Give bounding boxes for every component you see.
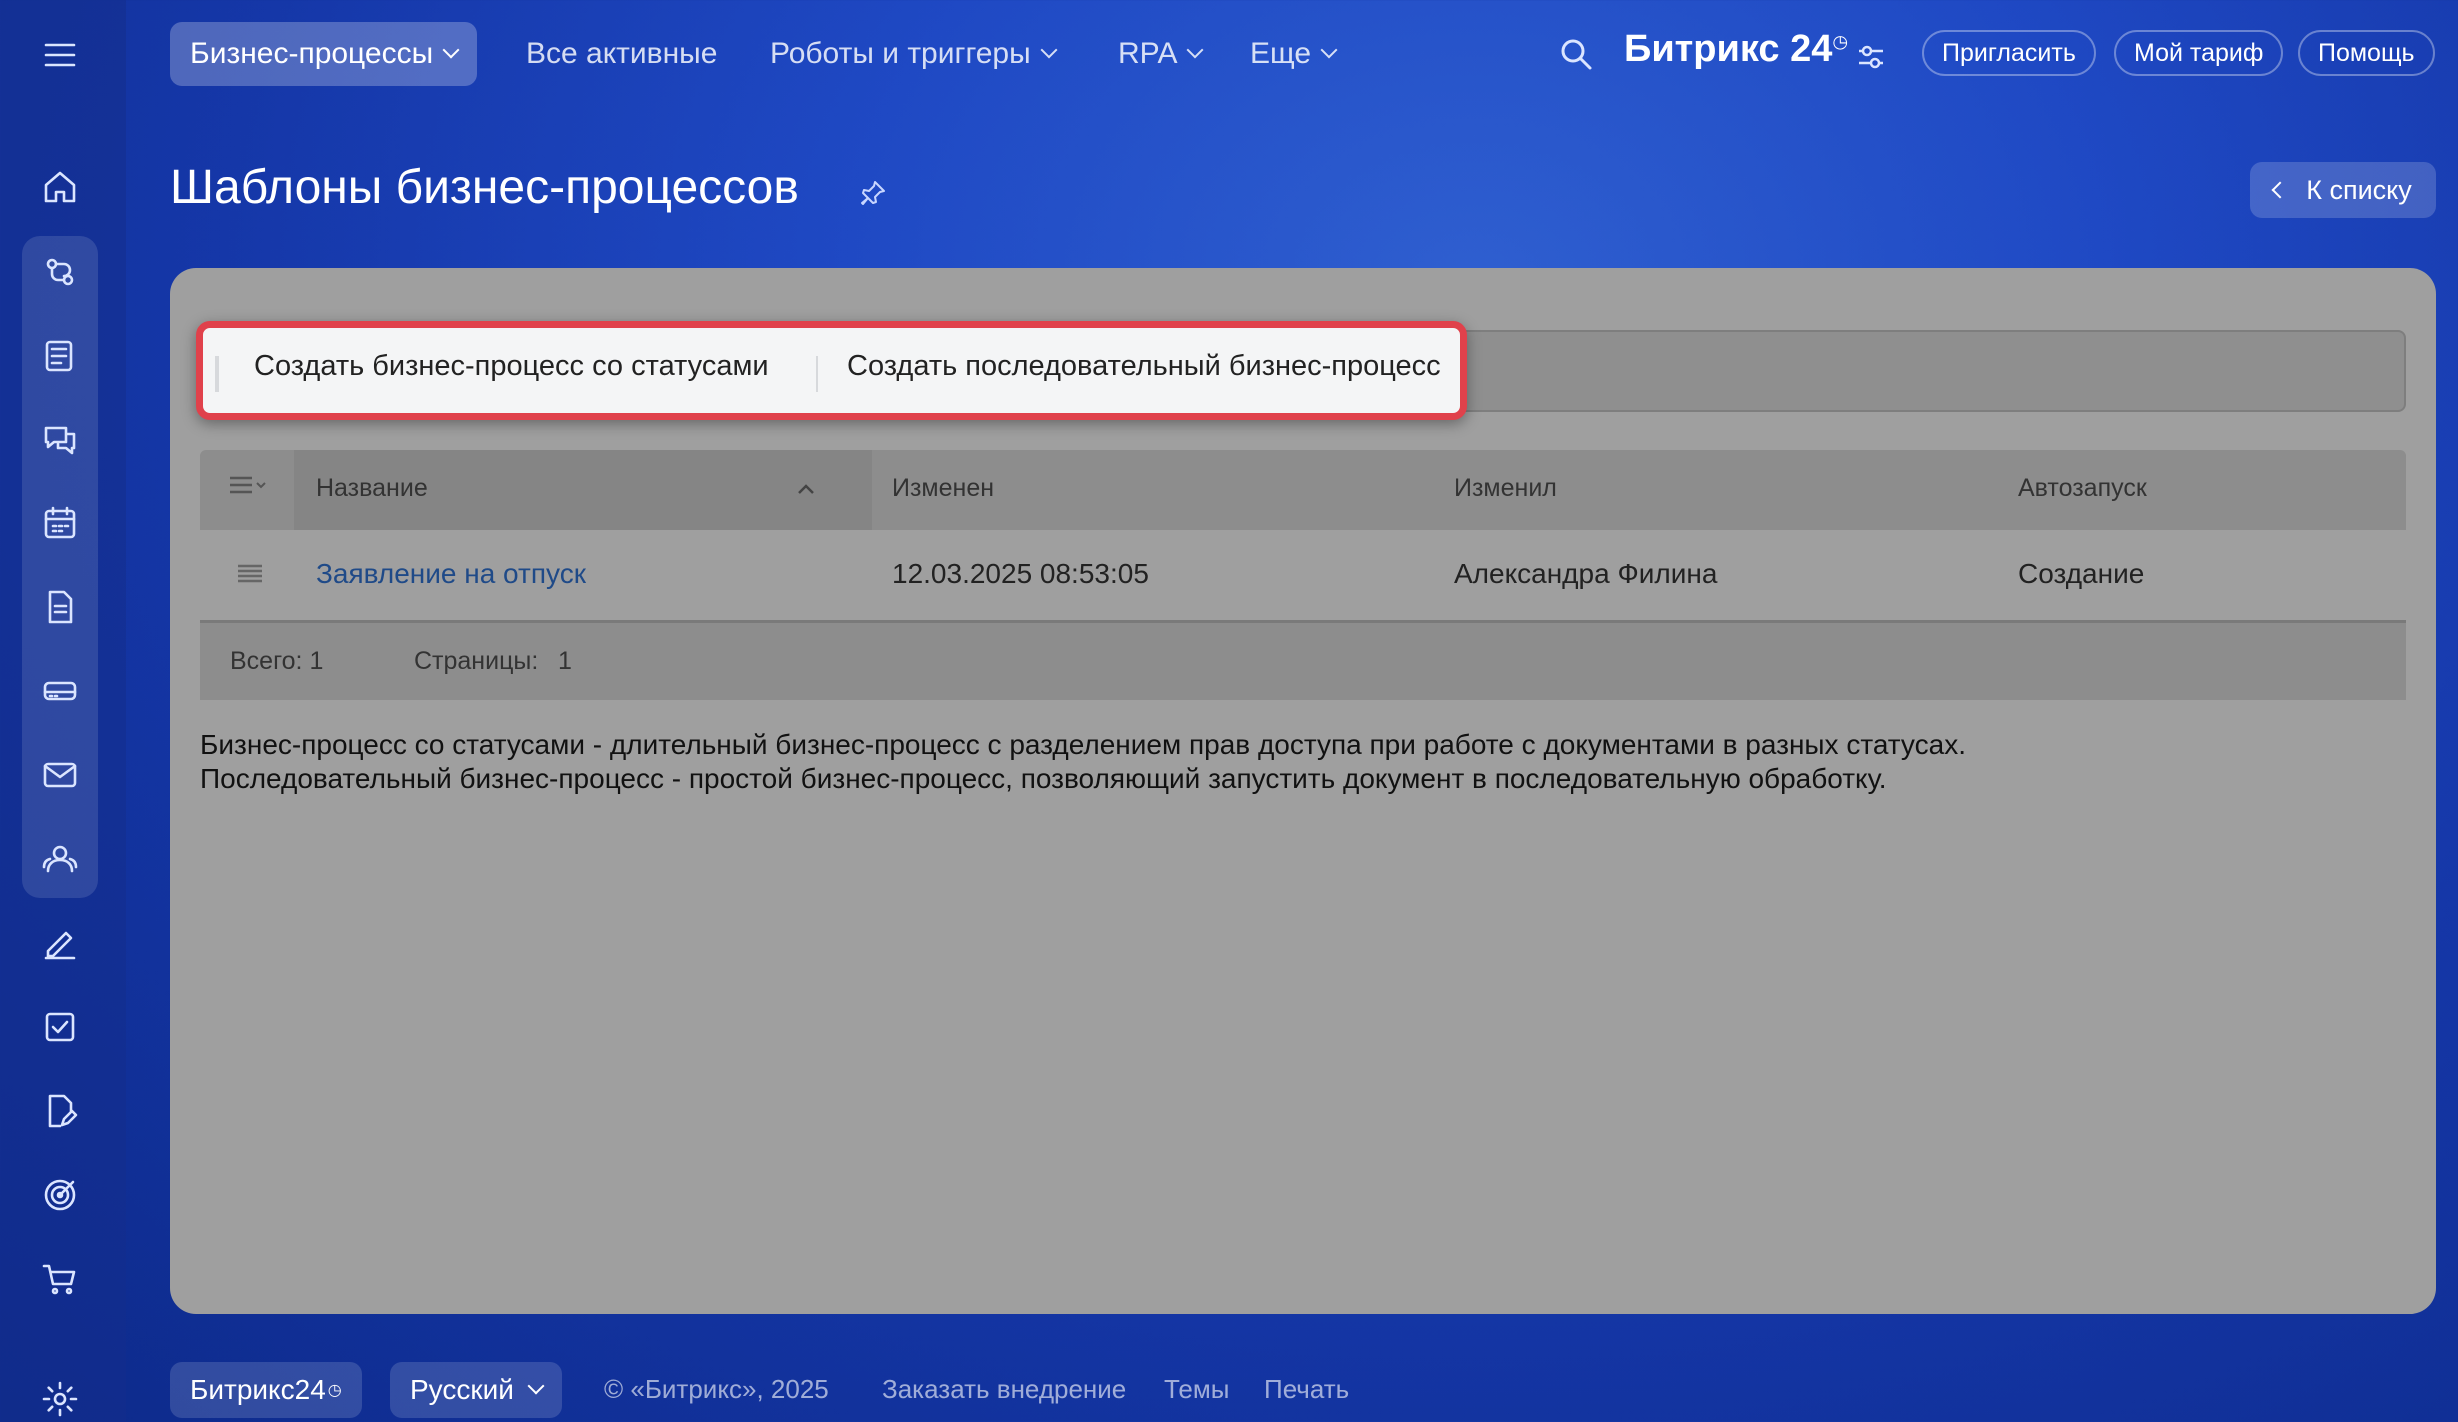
description: Бизнес-процесс со статусами - длительный… bbox=[200, 728, 1966, 796]
sort-asc-icon[interactable] bbox=[796, 482, 816, 501]
tariff-button[interactable]: Мой тариф bbox=[2114, 30, 2284, 76]
separator bbox=[816, 356, 818, 392]
brand-logo: Битрикс 24◷ bbox=[1624, 28, 1848, 71]
footer-brand-label: Битрикс24 bbox=[190, 1374, 326, 1405]
chevron-down-icon bbox=[1040, 41, 1058, 59]
page-number[interactable]: 1 bbox=[558, 647, 572, 676]
help-label: Помощь bbox=[2318, 38, 2415, 67]
help-button[interactable]: Помощь bbox=[2298, 30, 2435, 76]
settings-icon[interactable] bbox=[33, 1372, 87, 1422]
nav-all-active[interactable]: Все активные bbox=[506, 22, 737, 86]
nav-bizproc[interactable]: Бизнес-процессы bbox=[170, 22, 478, 86]
bizproc-icon[interactable] bbox=[33, 245, 87, 299]
row-modified-by: Александра Филина bbox=[1454, 558, 1718, 589]
nav-robots[interactable]: Роботы и триггеры bbox=[750, 22, 1075, 86]
mail-icon[interactable] bbox=[33, 748, 87, 802]
nav-label: Бизнес-процессы bbox=[190, 37, 434, 70]
settings-sliders-icon[interactable] bbox=[1856, 42, 1886, 77]
nav-label: Все активные bbox=[526, 37, 718, 70]
nav-label: Роботы и триггеры bbox=[770, 37, 1031, 70]
column-header-modified[interactable]: Изменен bbox=[892, 474, 994, 503]
column-settings-icon[interactable] bbox=[228, 472, 268, 507]
description-line: Последовательный бизнес-процесс - просто… bbox=[200, 763, 1887, 794]
top-navigation: Бизнес-процессы Все активные Роботы и тр… bbox=[126, 0, 2458, 110]
table-footer: Всего: 1 Страницы: 1 bbox=[200, 620, 2406, 700]
form-icon[interactable] bbox=[33, 1084, 87, 1138]
main-card: Создать бизнес-процесс со статусами Созд… bbox=[170, 268, 2436, 1314]
language-select[interactable]: Русский bbox=[390, 1362, 562, 1418]
nav-label: RPA bbox=[1118, 37, 1178, 70]
search-icon[interactable] bbox=[1558, 36, 1594, 77]
menu-icon[interactable] bbox=[33, 28, 87, 82]
page-title: Шаблоны бизнес-процессов bbox=[170, 161, 799, 214]
sign-icon[interactable] bbox=[33, 916, 87, 970]
create-status-bizproc-button[interactable]: Создать бизнес-процесс со статусами bbox=[254, 350, 769, 383]
brand-text: Битрикс 24 bbox=[1624, 28, 1833, 70]
total-count: Всего: 1 bbox=[230, 647, 324, 675]
footer-brand-button[interactable]: Битрикс24 ◷ bbox=[170, 1362, 362, 1418]
document-icon[interactable] bbox=[33, 580, 87, 634]
target-icon[interactable] bbox=[33, 1168, 87, 1222]
home-icon[interactable] bbox=[33, 160, 87, 214]
team-icon[interactable] bbox=[33, 832, 87, 886]
row-menu-icon[interactable] bbox=[236, 562, 264, 591]
chevron-down-icon bbox=[527, 1377, 545, 1395]
order-implementation-link[interactable]: Заказать внедрение bbox=[882, 1374, 1126, 1405]
task-icon[interactable] bbox=[33, 1000, 87, 1054]
pin-icon[interactable] bbox=[858, 178, 888, 213]
left-sidebar bbox=[0, 0, 126, 1422]
row-name-link[interactable]: Заявление на отпуск bbox=[316, 558, 586, 590]
chevron-down-icon bbox=[1320, 41, 1338, 59]
pages-label: Страницы: bbox=[414, 647, 539, 675]
invite-button[interactable]: Пригласить bbox=[1922, 30, 2096, 76]
row-modified: 12.03.2025 08:53:05 bbox=[892, 558, 1149, 589]
table-header: Название Изменен Изменил Автозапуск bbox=[200, 450, 2406, 530]
copyright: © «Битрикс», 2025 bbox=[604, 1374, 829, 1404]
chat-icon[interactable] bbox=[33, 413, 87, 467]
cart-icon[interactable] bbox=[33, 1252, 87, 1306]
chevron-down-icon bbox=[1186, 41, 1204, 59]
nav-more[interactable]: Еще bbox=[1230, 22, 1355, 86]
back-to-list-button[interactable]: К списку bbox=[2250, 162, 2436, 218]
news-icon[interactable] bbox=[33, 329, 87, 383]
tariff-label: Мой тариф bbox=[2134, 38, 2264, 67]
clock-icon: ◷ bbox=[327, 1382, 342, 1399]
column-header-autostart[interactable]: Автозапуск bbox=[2018, 474, 2147, 503]
language-label: Русский bbox=[410, 1374, 514, 1405]
nav-label: Еще bbox=[1250, 37, 1312, 70]
calendar-icon[interactable] bbox=[33, 496, 87, 550]
row-autostart: Создание bbox=[2018, 558, 2145, 589]
chevron-left-icon bbox=[2271, 181, 2289, 199]
description-line: Бизнес-процесс со статусами - длительный… bbox=[200, 729, 1966, 760]
column-header-name[interactable]: Название bbox=[316, 474, 428, 503]
nav-rpa[interactable]: RPA bbox=[1098, 22, 1221, 86]
themes-link[interactable]: Темы bbox=[1164, 1374, 1229, 1405]
create-sequential-bizproc-button[interactable]: Создать последовательный бизнес-процесс bbox=[847, 350, 1441, 383]
table-row[interactable]: Заявление на отпуск 12.03.2025 08:53:05 … bbox=[200, 530, 2406, 620]
column-header-modified-by[interactable]: Изменил bbox=[1454, 474, 1557, 503]
print-link[interactable]: Печать bbox=[1264, 1374, 1349, 1405]
separator bbox=[215, 356, 219, 392]
back-label: К списку bbox=[2306, 174, 2412, 205]
clock-icon: ◷ bbox=[1832, 31, 1849, 52]
drive-icon[interactable] bbox=[33, 664, 87, 718]
invite-label: Пригласить bbox=[1942, 38, 2076, 67]
toolbar-highlight: Создать бизнес-процесс со статусами Созд… bbox=[196, 321, 1467, 420]
chevron-down-icon bbox=[442, 41, 460, 59]
